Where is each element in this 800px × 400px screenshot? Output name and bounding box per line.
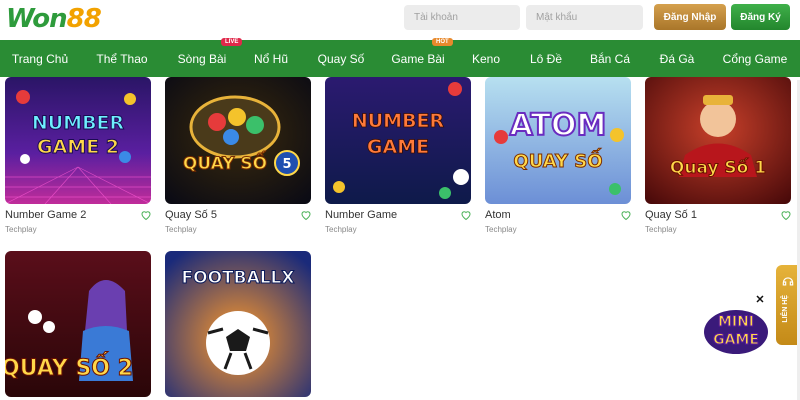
game-title[interactable]: Atom [485, 209, 511, 221]
game-title[interactable]: Quay Số 5 [165, 209, 217, 221]
logo-text-won: Won [6, 4, 68, 34]
favorite-heart-icon[interactable] [140, 209, 152, 221]
logo-text-88: 88 [66, 4, 102, 34]
game-provider: Techplay [5, 225, 37, 234]
main-nav: Trang Chủ Thể Thao Sòng Bài LIVE Nổ Hũ Q… [0, 38, 800, 77]
won88-logo[interactable]: Won 88 [6, 4, 102, 34]
game-title[interactable]: Number Game 2 [5, 209, 86, 221]
game-provider: Techplay [645, 225, 677, 234]
svg-text:ATOM: ATOM [510, 108, 607, 143]
svg-text:QUAY SỐ 2: QUAY SỐ 2 [5, 352, 133, 381]
mini-game-text-bottom: GAME [713, 332, 759, 348]
game-thumbnail[interactable]: NUMBER GAME 2 [5, 77, 151, 204]
nav-item-lo-de[interactable]: Lô Đề [530, 40, 562, 77]
favorite-heart-icon[interactable] [620, 209, 632, 221]
svg-text:QUAY SỐ: QUAY SỐ [183, 150, 267, 174]
nav-item-trang-chu[interactable]: Trang Chủ [12, 40, 68, 77]
svg-text:QUAY SỐ: QUAY SỐ [513, 148, 602, 172]
game-title[interactable]: Number Game [325, 209, 397, 221]
game-thumbnail[interactable]: QUAY SỐ 2 [5, 251, 151, 397]
nav-item-ban-ca[interactable]: Bắn Cá [590, 40, 630, 77]
nav-item-keno[interactable]: Keno [472, 40, 500, 77]
svg-text:GAME 2: GAME 2 [37, 136, 119, 158]
game-thumbnail[interactable]: ATOM QUAY SỐ [485, 77, 631, 204]
register-button[interactable]: Đăng Ký [731, 4, 790, 30]
nav-item-da-ga[interactable]: Đá Gà [660, 40, 695, 77]
game-thumbnail[interactable]: QUAY SỐ 5 [165, 77, 311, 204]
svg-text:FOOTBALLX: FOOTBALLX [182, 268, 295, 288]
hot-badge: HOT [432, 38, 453, 46]
svg-text:NUMBER: NUMBER [352, 110, 445, 132]
support-headset-icon [782, 277, 794, 286]
game-title[interactable]: Quay Số 1 [645, 209, 697, 221]
nav-item-song-bai[interactable]: Sòng Bài [178, 40, 227, 77]
login-button[interactable]: Đăng Nhập [654, 4, 726, 30]
nav-item-cong-game[interactable]: Cổng Game [723, 40, 788, 77]
nav-item-no-hu[interactable]: Nổ Hũ [254, 40, 288, 77]
svg-text:5: 5 [282, 157, 291, 172]
username-input[interactable]: Tài khoản [404, 5, 520, 30]
live-badge: LIVE [221, 38, 243, 46]
svg-text:GAME: GAME [367, 136, 429, 158]
favorite-heart-icon[interactable] [300, 209, 312, 221]
close-mini-game-icon[interactable]: ✕ [752, 291, 768, 307]
game-thumbnail[interactable]: NUMBER GAME [325, 77, 471, 204]
site-header: Won 88 Tài khoản Mật khẩu Đăng Nhập Đăng … [0, 0, 800, 40]
favorite-heart-icon[interactable] [780, 209, 792, 221]
contact-label: LIÊN HỆ [782, 295, 789, 323]
svg-text:NUMBER: NUMBER [32, 112, 125, 134]
game-provider: Techplay [485, 225, 517, 234]
game-thumbnail[interactable]: Quay Số 1 [645, 77, 791, 204]
game-provider: Techplay [165, 225, 197, 234]
game-provider: Techplay [325, 225, 357, 234]
nav-item-the-thao[interactable]: Thể Thao [96, 40, 147, 77]
game-thumbnail[interactable]: FOOTBALLX [165, 251, 311, 397]
svg-text:Quay Số 1: Quay Số 1 [670, 157, 766, 178]
password-input[interactable]: Mật khẩu [526, 5, 643, 30]
favorite-heart-icon[interactable] [460, 209, 472, 221]
nav-item-quay-so[interactable]: Quay Số [318, 40, 365, 77]
mini-game-text-top: MINI [718, 314, 754, 330]
